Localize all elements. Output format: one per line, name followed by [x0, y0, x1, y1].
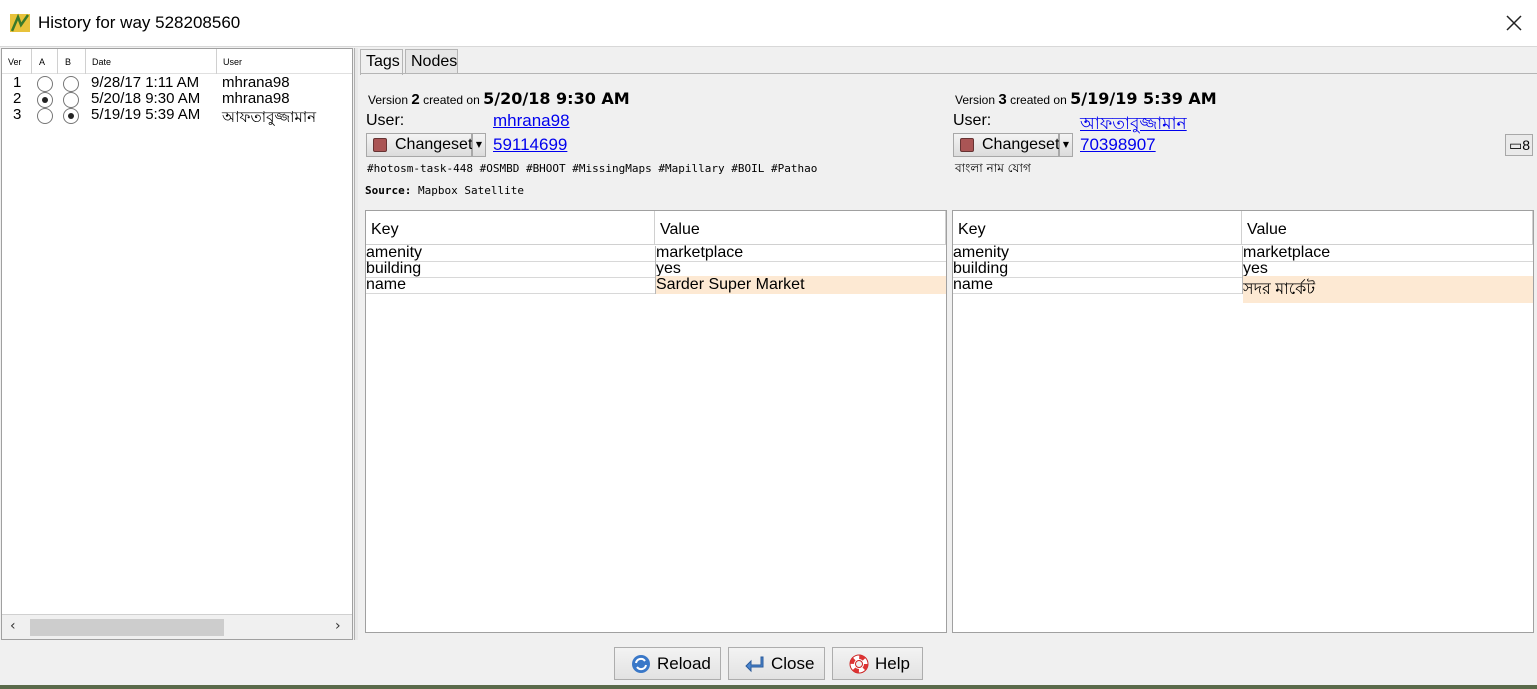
comments-button[interactable]: ▭8 — [1505, 134, 1533, 156]
right-user-label: User: — [953, 112, 992, 129]
comment-icon: ▭ — [1509, 137, 1523, 153]
left-user-link[interactable]: mhrana98 — [493, 111, 570, 131]
close-arrow-icon — [745, 656, 764, 673]
tab-tags[interactable]: Tags — [360, 49, 403, 75]
col-user[interactable]: User — [223, 57, 242, 67]
version-row-3[interactable]: 3 5/19/19 5:39 AM আফতাবুজ্জামান — [2, 106, 352, 126]
left-changeset-comment: #hotosm-task-448 #OSMBD #BHOOT #MissingM… — [367, 162, 818, 175]
left-changeset-button[interactable]: Changeset — [366, 133, 472, 157]
scroll-thumb[interactable] — [30, 619, 224, 636]
right-changeset-link[interactable]: 70398907 — [1080, 135, 1156, 155]
version-number: 3 — [13, 106, 22, 123]
version-user: mhrana98 — [222, 74, 290, 91]
col-value[interactable]: Value — [655, 211, 946, 245]
version-row-1[interactable]: 1 9/28/17 1:11 AM mhrana98 — [2, 74, 352, 92]
changeset-icon — [373, 138, 387, 152]
col-key[interactable]: Key — [366, 211, 655, 245]
radio-a[interactable] — [37, 92, 53, 108]
radio-b[interactable] — [63, 108, 79, 124]
left-version-info: Version 2 created on 5/20/18 9:30 AM — [368, 89, 630, 108]
close-icon[interactable] — [1503, 12, 1525, 34]
radio-a[interactable] — [37, 108, 53, 124]
col-b[interactable]: B — [65, 57, 71, 67]
tab-nodes[interactable]: Nodes — [405, 49, 458, 74]
left-changeset-link[interactable]: 59114699 — [493, 135, 567, 155]
version-number: 1 — [13, 74, 22, 91]
diff-value-cell: Sarder Super Market — [656, 276, 946, 294]
version-date: 5/19/19 5:39 AM — [91, 106, 201, 123]
dropdown-arrow-icon[interactable]: ▼ — [472, 133, 486, 157]
horizontal-scrollbar[interactable]: ‹ › — [2, 614, 352, 639]
reload-button[interactable]: Reload — [614, 647, 721, 680]
window-title: History for way 528208560 — [38, 13, 241, 32]
split-pane-divider[interactable] — [354, 48, 358, 640]
right-tag-table: Key Value amenity marketplace building y… — [952, 210, 1534, 633]
version-date: 5/20/18 9:30 AM — [91, 90, 201, 107]
col-a[interactable]: A — [39, 57, 45, 67]
diff-value-cell: সদর মার্কেট — [1243, 276, 1533, 303]
reload-icon — [632, 655, 650, 673]
version-list: Ver A B Date User 1 9/28/17 1:11 AM mhra… — [1, 48, 353, 640]
radio-b[interactable] — [63, 92, 79, 108]
dropdown-arrow-icon[interactable]: ▼ — [1059, 133, 1073, 157]
radio-b[interactable] — [63, 76, 79, 92]
desktop-background-strip — [0, 685, 1537, 689]
radio-a[interactable] — [37, 76, 53, 92]
josm-app-icon — [10, 13, 30, 32]
close-button[interactable]: Close — [728, 647, 825, 680]
version-number: 2 — [13, 90, 22, 107]
version-row-2[interactable]: 2 5/20/18 9:30 AM mhrana98 — [2, 90, 352, 108]
title-bar: History for way 528208560 — [0, 0, 1537, 47]
left-user-label: User: — [366, 112, 405, 129]
right-version-info: Version 3 created on 5/19/19 5:39 AM — [955, 89, 1217, 108]
col-value[interactable]: Value — [1242, 211, 1533, 245]
left-source: Source: Mapbox Satellite — [365, 184, 524, 197]
right-changeset-comment: বাংলা নাম যোগ — [955, 161, 1031, 175]
changeset-icon — [960, 138, 974, 152]
version-user: mhrana98 — [222, 90, 290, 107]
version-user: আফতাবুজ্জামান — [222, 109, 317, 126]
right-changeset-button[interactable]: Changeset — [953, 133, 1059, 157]
version-date: 9/28/17 1:11 AM — [91, 74, 200, 91]
version-list-header: Ver A B Date User — [2, 49, 352, 74]
col-key[interactable]: Key — [953, 211, 1242, 245]
scroll-right-icon[interactable]: › — [335, 618, 341, 634]
tags-panel: Version 2 created on 5/20/18 9:30 AM Use… — [360, 73, 1537, 638]
help-button[interactable]: Help — [832, 647, 923, 680]
scroll-left-icon[interactable]: ‹ — [10, 618, 16, 634]
help-lifebuoy-icon — [849, 654, 869, 674]
left-tag-table: Key Value amenity marketplace building y… — [365, 210, 947, 633]
col-ver[interactable]: Ver — [8, 57, 22, 67]
table-row[interactable]: name সদর মার্কেট — [953, 276, 1533, 303]
table-row[interactable]: name Sarder Super Market — [366, 276, 946, 294]
col-date[interactable]: Date — [92, 57, 111, 67]
